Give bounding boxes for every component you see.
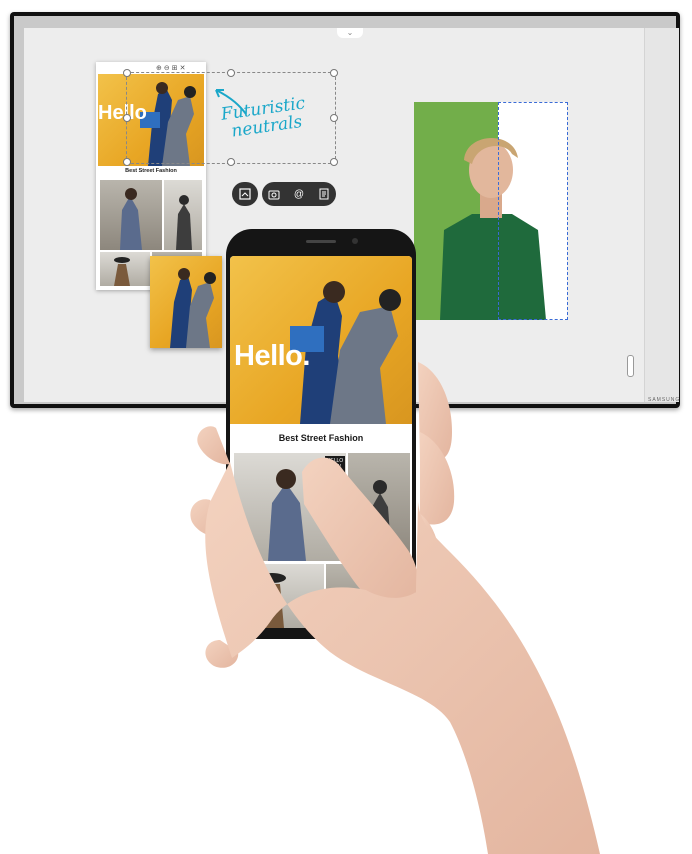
dragged-image-thumbnail[interactable] bbox=[150, 256, 222, 348]
resize-handle-top-mid[interactable] bbox=[227, 69, 235, 77]
card-title: Best Street Fashion bbox=[125, 168, 177, 174]
brand-logo: SAMSUNG bbox=[648, 397, 681, 403]
resize-handle-bottom-mid[interactable] bbox=[227, 158, 235, 166]
side-toggle-icon[interactable] bbox=[627, 355, 634, 377]
resize-handle-mid-right[interactable] bbox=[330, 114, 338, 122]
crop-selection-outline[interactable] bbox=[498, 102, 568, 320]
card-photo-man bbox=[164, 180, 202, 250]
phone-speaker bbox=[306, 240, 336, 243]
resize-handle-top-right[interactable] bbox=[330, 69, 338, 77]
document-icon[interactable] bbox=[317, 187, 331, 201]
whiteboard-side-panel[interactable] bbox=[644, 28, 679, 402]
resize-handle-mid-left[interactable] bbox=[123, 114, 131, 122]
crop-icon[interactable] bbox=[238, 187, 252, 201]
camera-icon[interactable] bbox=[267, 187, 281, 201]
phone-camera-icon bbox=[352, 238, 358, 244]
card-toolbar[interactable]: ⊕⊖⊞✕ bbox=[156, 64, 187, 72]
card-photo-woman bbox=[100, 180, 162, 250]
resize-handle-top-left[interactable] bbox=[123, 69, 131, 77]
chevron-down-icon: ⌄ bbox=[346, 28, 354, 37]
crop-pill[interactable] bbox=[232, 182, 258, 206]
top-menu-handle[interactable]: ⌄ bbox=[337, 28, 363, 38]
card-photo-hat bbox=[100, 252, 150, 286]
at-icon[interactable]: @ bbox=[292, 187, 306, 201]
action-pill-toolbar[interactable]: @ bbox=[262, 182, 336, 206]
resize-handle-bottom-left[interactable] bbox=[123, 158, 131, 166]
hand-image bbox=[190, 362, 600, 854]
resize-handle-bottom-right[interactable] bbox=[330, 158, 338, 166]
